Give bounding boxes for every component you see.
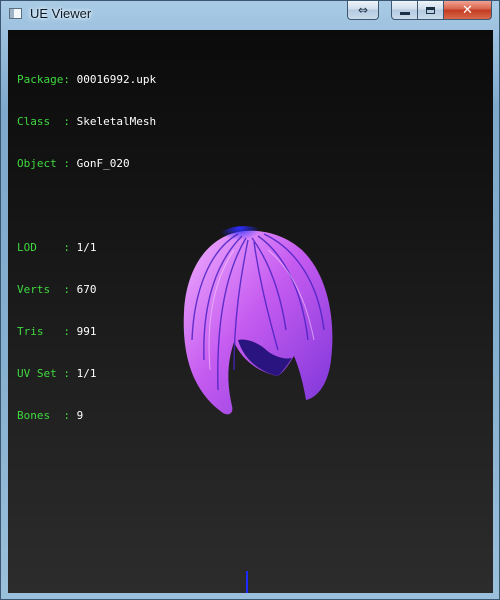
maximize-icon: [426, 6, 435, 14]
app-window-icon: [9, 8, 22, 19]
info-row-tris: Tris : 991: [17, 325, 97, 338]
info-row-class: Class : SkeletalMesh: [17, 115, 157, 128]
close-button[interactable]: ✕: [444, 1, 492, 20]
info-row-object: Object : GonF_020: [17, 157, 130, 170]
minimize-icon: [399, 11, 410, 15]
maximize-button[interactable]: [418, 1, 444, 20]
resize-icon: ⇔: [357, 3, 369, 17]
title-bar[interactable]: UE Viewer ⇔ ✕: [1, 1, 500, 29]
resize-button[interactable]: ⇔: [347, 1, 379, 20]
info-row-lod: LOD : 1/1: [17, 241, 97, 254]
axis-indicator: [246, 571, 248, 593]
minimize-button[interactable]: [391, 1, 418, 20]
app-window: UE Viewer ⇔ ✕ Package: 00016992.upk Clas…: [0, 0, 500, 600]
window-title: UE Viewer: [30, 6, 92, 21]
hair-crown: [214, 226, 274, 262]
hair-mesh-model[interactable]: [168, 220, 348, 430]
mesh-viewport[interactable]: Package: 00016992.upk Class : SkeletalMe…: [8, 30, 493, 593]
mesh-info-panel: Package: 00016992.upk Class : SkeletalMe…: [17, 45, 156, 451]
close-icon: ✕: [462, 2, 473, 18]
info-spacer: [17, 199, 156, 213]
info-row-verts: Verts : 670: [17, 283, 97, 296]
info-row-uvset: UV Set : 1/1: [17, 367, 97, 380]
info-row-bones: Bones : 9: [17, 409, 84, 422]
info-row-package: Package: 00016992.upk: [17, 73, 157, 86]
